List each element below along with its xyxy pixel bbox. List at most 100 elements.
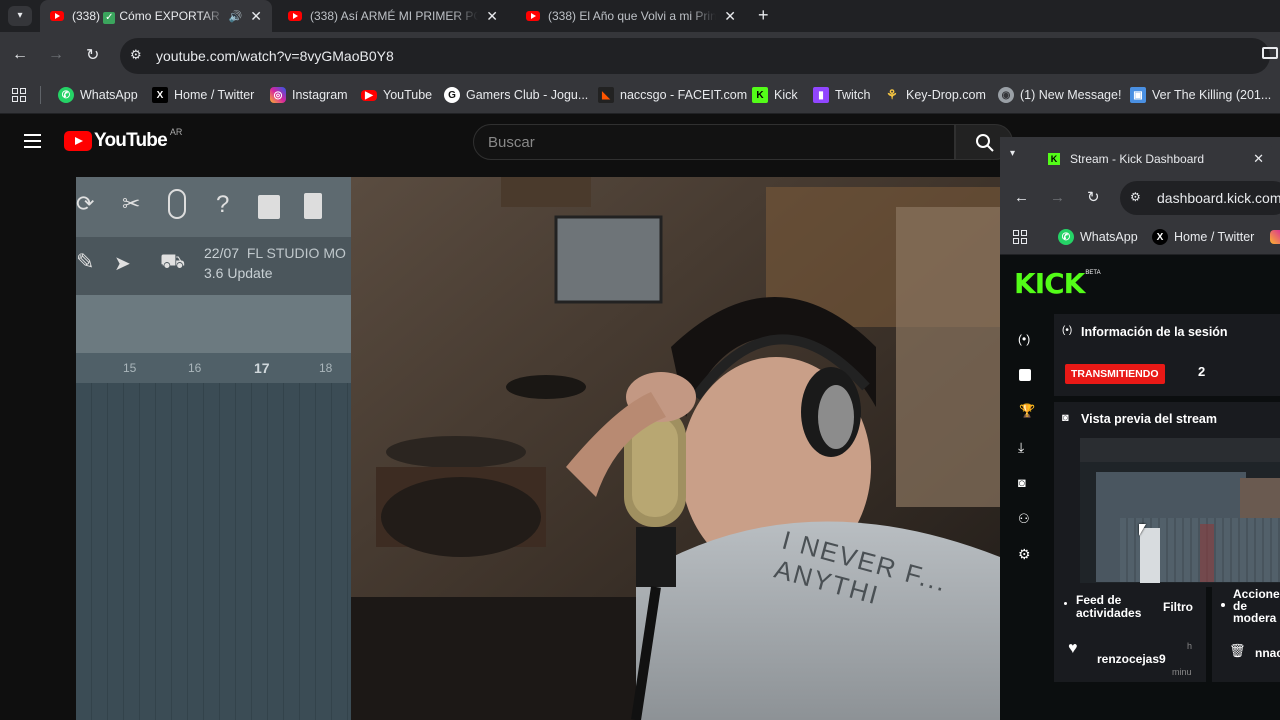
refresh-icon[interactable]: ⟳	[76, 191, 100, 221]
tv-icon: ▣	[1130, 87, 1146, 103]
bookmark-twitter[interactable]: X Home / Twitter	[1152, 220, 1254, 254]
pencil-icon[interactable]: ✎	[76, 249, 94, 275]
browser-toolbar: ← → ↻ ⚙ youtube.com/watch?v=8vyGMaoB0Y8	[0, 32, 1280, 78]
session-info-panel: (•) Información de la sesión TRANSMITIEN…	[1054, 314, 1280, 396]
kick-logo[interactable]: KICK BETA	[1014, 267, 1101, 300]
tab-2[interactable]: (338) Así ARMÉ MI PRIMER PC ✕	[278, 0, 508, 32]
tab-3[interactable]: (338) El Año que Volvi a mi Prin ✕	[516, 0, 746, 32]
bookmark-label: Twitch	[835, 88, 871, 102]
fl-studio-window: ⟳ ✂ ? ✎ ➤ ⛟ 22/07 FL STUDIO MO 3.6 Updat…	[76, 177, 351, 720]
reload-icon[interactable]: ↻	[1087, 188, 1100, 206]
x-icon: X	[1152, 229, 1168, 245]
bookmark-twitter[interactable]: X Home / Twitter	[152, 78, 254, 112]
activity-feed-panel: Feed de actividades Filtro ♥ renzocejas9…	[1054, 587, 1206, 682]
faceit-icon: ◣	[598, 87, 614, 103]
settings-icon[interactable]: ⚙	[1018, 546, 1031, 563]
bookmark-keydrop[interactable]: ⚘ Key-Drop.com	[884, 78, 986, 112]
bar-number: 18	[319, 361, 333, 375]
save-icon[interactable]	[258, 195, 280, 219]
cast-icon[interactable]	[1262, 47, 1278, 59]
stream-preview-thumbnail[interactable]	[1080, 438, 1280, 583]
x-icon: X	[152, 87, 168, 103]
kick-dashboard-window: ▾ K Stream - Kick Dashboard ✕ ← → ↻ ⚙ da…	[1000, 137, 1280, 720]
video-player[interactable]: I NEVER F... ANYTHI ⟳ ✂ ? ✎ ➤ ⛟ 22/07 FL…	[76, 177, 1000, 720]
apps-grid-icon[interactable]	[12, 88, 26, 102]
bookmark-kick[interactable]: K Kick	[752, 78, 798, 112]
tab-title: (338) Así ARMÉ MI PRIMER PC	[310, 9, 479, 23]
bookmark-new-message[interactable]: ◉ (1) New Message!	[998, 78, 1121, 112]
users-icon[interactable]: ⚇	[1018, 511, 1030, 527]
search-input[interactable]: Buscar	[473, 124, 955, 160]
instagram-icon[interactable]	[1270, 230, 1280, 244]
new-tab-button[interactable]: +	[758, 5, 769, 26]
kick-address-bar[interactable]: ⚙ dashboard.kick.com	[1120, 181, 1280, 215]
cart-icon[interactable]: ⛟	[160, 251, 185, 276]
tab-active[interactable]: (338) ✓ Cómo EXPORTAR 🔊 ✕	[40, 0, 272, 32]
feed-title: Feed de actividades	[1076, 593, 1142, 620]
bookmark-instagram[interactable]: ◎ Instagram	[270, 78, 348, 112]
broadcast-icon: (•)	[1062, 325, 1073, 336]
fl-news: 22/07 FL STUDIO MO 3.6 Update	[204, 243, 346, 283]
broadcast-icon[interactable]: (•)	[1018, 332, 1030, 346]
bookmark-label: YouTube	[383, 88, 433, 102]
filter-button[interactable]: Filtro	[1163, 600, 1193, 614]
bookmark-the-killing[interactable]: ▣ Ver The Killing (201...	[1130, 78, 1271, 112]
close-tab-icon[interactable]: ✕	[1253, 151, 1264, 167]
plugin-icon[interactable]: ➤	[114, 251, 131, 276]
kick-logo-text: KICK	[1014, 267, 1085, 300]
instagram-icon: ◎	[270, 87, 286, 103]
close-tab-icon[interactable]: ✕	[486, 8, 498, 25]
speaker-icon[interactable]: 🔊	[229, 10, 243, 23]
bookmark-label: WhatsApp	[1080, 230, 1138, 244]
close-tab-icon[interactable]: ✕	[250, 8, 262, 25]
fl-grid	[76, 383, 351, 720]
export-icon[interactable]	[304, 193, 322, 219]
analytics-icon[interactable]	[1019, 369, 1031, 381]
trophy-icon[interactable]: 🏆	[1019, 403, 1035, 419]
bookmark-faceit[interactable]: ◣ naccsgo - FACEIT.com	[598, 78, 747, 112]
youtube-logo[interactable]: YouTube AR	[64, 127, 182, 152]
apps-grid-icon[interactable]	[1013, 230, 1027, 244]
fl-playlist-header	[76, 295, 351, 353]
bookmark-gamersclub[interactable]: G Gamers Club - Jogu...	[444, 78, 588, 112]
back-icon[interactable]: ←	[12, 46, 28, 64]
feed-username: renzocejas9	[1097, 652, 1166, 666]
site-settings-icon[interactable]: ⚙	[130, 47, 142, 63]
kick-tab-strip: ▾ K Stream - Kick Dashboard ✕	[1000, 137, 1280, 177]
bookmark-label: naccsgo - FACEIT.com	[620, 88, 748, 102]
download-icon[interactable]: ⤓	[1018, 439, 1024, 456]
trash-icon[interactable]: 🗑	[1229, 643, 1246, 659]
live-badge: TRANSMITIENDO	[1065, 364, 1165, 384]
session-title: Información de la sesión	[1081, 325, 1228, 339]
bookmark-whatsapp[interactable]: ✆ WhatsApp	[58, 78, 138, 112]
bookmark-youtube[interactable]: ▶ YouTube	[361, 78, 432, 112]
kick-icon: K	[752, 87, 768, 103]
mod-title: Acciones de modera	[1233, 587, 1280, 625]
fl-date: 22/07	[204, 245, 240, 261]
logo-text: YouTube	[94, 130, 168, 151]
address-bar[interactable]: ⚙ youtube.com/watch?v=8vyGMaoB0Y8	[120, 38, 1270, 74]
back-icon[interactable]: ←	[1014, 189, 1029, 206]
scissors-icon[interactable]: ✂	[122, 191, 140, 217]
beta-badge: BETA	[1085, 270, 1101, 276]
kick-tab-title: Stream - Kick Dashboard	[1070, 152, 1205, 166]
kick-url-text: dashboard.kick.com	[1157, 190, 1280, 206]
camera-icon[interactable]: ◙	[1018, 475, 1026, 490]
reload-icon[interactable]: ↻	[86, 45, 99, 65]
bookmark-twitch[interactable]: ▮ Twitch	[813, 78, 870, 112]
close-tab-icon[interactable]: ✕	[724, 8, 736, 25]
bookmark-whatsapp[interactable]: ✆ WhatsApp	[1058, 220, 1138, 254]
tab-search-button[interactable]: ▾	[8, 6, 32, 26]
kick-tab[interactable]: K Stream - Kick Dashboard ✕	[1040, 141, 1272, 177]
camera-icon: ◙	[1062, 412, 1069, 424]
help-icon[interactable]: ?	[216, 191, 229, 219]
kick-toolbar: ← → ↻ ⚙ dashboard.kick.com	[1000, 177, 1280, 219]
menu-icon[interactable]	[24, 134, 41, 148]
forward-icon[interactable]: →	[48, 46, 64, 64]
mouse-cursor-icon	[1139, 524, 1146, 536]
tab-strip: ▾ (338) ✓ Cómo EXPORTAR 🔊 ✕ (338) Así ARM…	[0, 0, 1280, 32]
tab-search-button[interactable]: ▾	[1010, 148, 1015, 159]
forward-icon[interactable]: →	[1050, 189, 1065, 206]
mic-icon[interactable]	[168, 189, 186, 219]
site-settings-icon[interactable]: ⚙	[1130, 190, 1141, 204]
